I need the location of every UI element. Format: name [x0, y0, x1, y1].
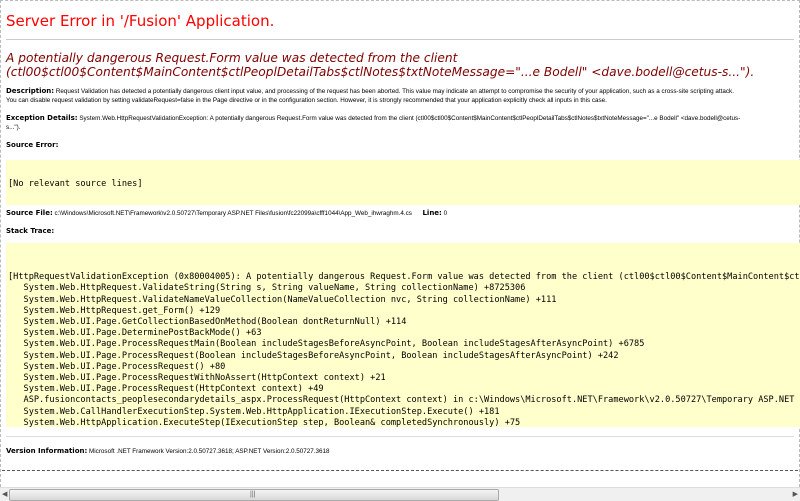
divider	[6, 39, 794, 40]
line-label: Line:	[422, 209, 441, 217]
divider	[2, 470, 798, 471]
stack-line: System.Web.HttpRequest.ValidateString(St…	[8, 283, 800, 294]
divider	[6, 436, 794, 437]
exception-text: s...").	[6, 123, 740, 132]
horizontal-scrollbar[interactable]: ◀ ||| ▶	[0, 487, 800, 501]
stack-line: System.Web.UI.Page.ProcessRequest(Boolea…	[8, 351, 800, 362]
source-error-box: [No relevant source lines]	[6, 160, 800, 205]
stack-line: [HttpRequestValidationException (0x80004…	[8, 272, 800, 283]
source-file: Source File: c:\Windows\Microsoft.NET\Fr…	[6, 209, 447, 218]
source-error-label: Source Error:	[6, 141, 58, 149]
source-file-path: c:\Windows\Microsoft.NET\Framework\v2.0.…	[55, 210, 412, 217]
description-text: You can disable request validation by se…	[6, 96, 734, 105]
error-heading-line: (ctl00$ctl00$Content$MainContent$ctlPeop…	[6, 65, 754, 79]
exception-details: Exception Details: System.Web.HttpReques…	[6, 114, 740, 132]
source-file-label: Source File:	[6, 209, 53, 217]
stack-line: System.Web.UI.Page.ProcessRequestMain(Bo…	[8, 339, 800, 350]
stack-line: System.Web.UI.Page.ProcessRequest(HttpCo…	[8, 384, 800, 395]
version-label: Version Information:	[6, 447, 87, 455]
stack-line: System.Web.UI.Page.GetCollectionBasedOnM…	[8, 317, 800, 328]
stack-line: System.Web.HttpApplication.ExecuteStep(I…	[8, 418, 800, 427]
stack-line: System.Web.HttpRequest.get_Form() +129	[8, 306, 800, 317]
stack-line: System.Web.HttpRequest.ValidateNameValue…	[8, 295, 800, 306]
error-heading: A potentially dangerous Request.Form val…	[6, 51, 754, 79]
description: Description: Request Validation has dete…	[6, 87, 734, 105]
line-value: 0	[444, 210, 448, 217]
exception-label: Exception Details:	[6, 114, 78, 122]
stack-trace-label: Stack Trace:	[6, 227, 54, 235]
scrollbar-thumb[interactable]: |||	[9, 489, 499, 501]
grip-icon: |||	[250, 491, 255, 498]
version-info: Version Information: Microsoft .NET Fram…	[6, 447, 330, 456]
version-value: Microsoft .NET Framework Version:2.0.507…	[89, 448, 329, 455]
stack-line: System.Web.UI.Page.ProcessRequest() +80	[8, 362, 800, 373]
description-text: Request Validation has detected a potent…	[56, 88, 734, 95]
page-title: Server Error in '/Fusion' Application.	[6, 12, 274, 30]
stack-line: ASP.fusioncontacts_peoplesecondarydetail…	[8, 395, 800, 406]
exception-text: System.Web.HttpRequestValidationExceptio…	[79, 115, 740, 122]
stack-line: System.Web.UI.Page.DeterminePostBackMode…	[8, 328, 800, 339]
stack-line: System.Web.UI.Page.ProcessRequestWithNoA…	[8, 373, 800, 384]
stack-trace-box: [HttpRequestValidationException (0x80004…	[6, 243, 800, 427]
error-heading-line: A potentially dangerous Request.Form val…	[6, 51, 754, 65]
description-label: Description:	[6, 87, 54, 95]
source-error-text: [No relevant source lines]	[8, 179, 143, 189]
scroll-right-icon[interactable]: ▶	[793, 490, 798, 498]
scroll-left-icon[interactable]: ◀	[2, 490, 7, 498]
stack-line: System.Web.CallHandlerExecutionStep.Syst…	[8, 407, 800, 418]
